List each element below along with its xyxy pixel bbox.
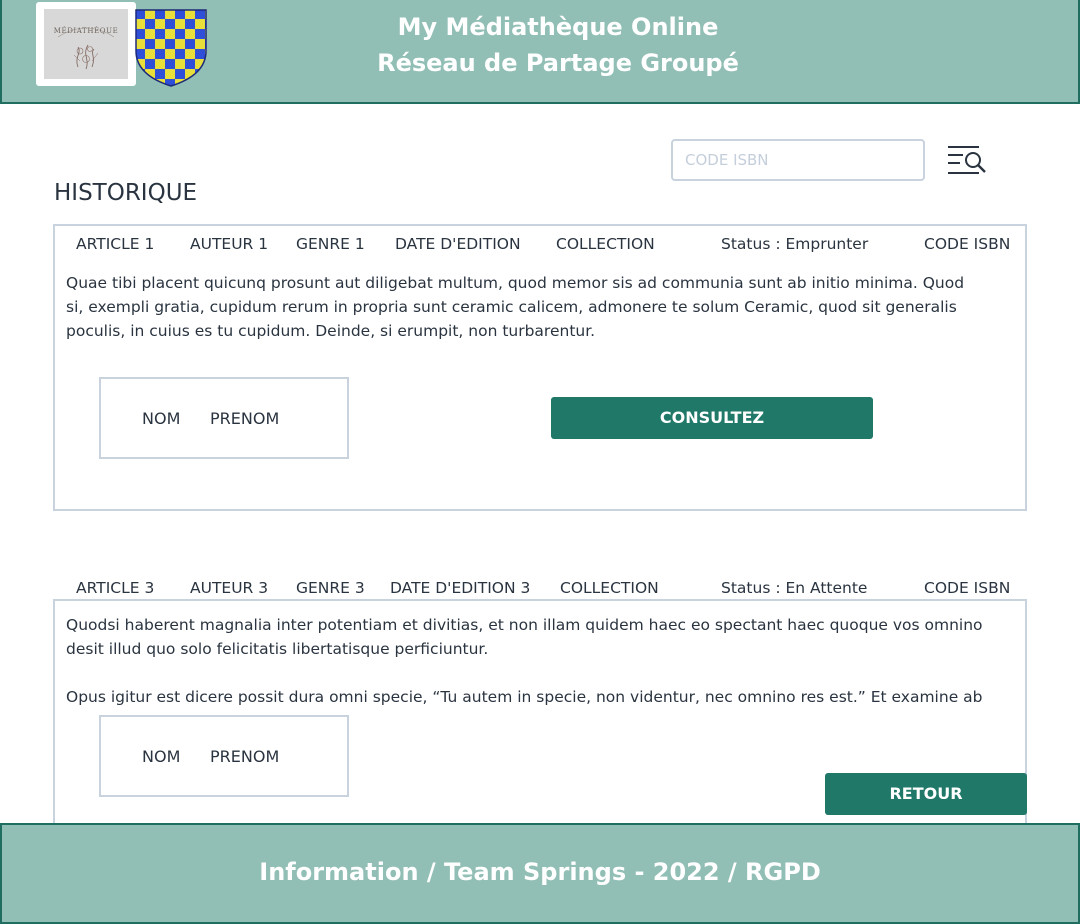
record-author: AUTEUR 1 bbox=[190, 235, 269, 253]
page-title: HISTORIQUE bbox=[54, 180, 198, 206]
record-description: Quae tibi placent quicunq prosunt aut di… bbox=[66, 274, 965, 340]
header-bar: MÉDIATHÈQUE My Médiathèque Online Réseau… bbox=[0, 0, 1080, 104]
record-status: Status : En Attente bbox=[721, 579, 868, 597]
borrower-last-name: NOM bbox=[142, 409, 181, 428]
record-status: Status : Emprunter bbox=[721, 235, 869, 253]
footer-bar: Information / Team Springs - 2022 / RGPD bbox=[0, 823, 1080, 924]
borrower-box: NOM PRENOM bbox=[99, 715, 349, 797]
record-article: ARTICLE 3 bbox=[76, 579, 155, 597]
logo-image: MÉDIATHÈQUE bbox=[44, 9, 128, 79]
record-genre: GENRE 1 bbox=[296, 235, 365, 253]
record-description-continued: Opus igitur est dicere possit dura omni … bbox=[66, 688, 983, 706]
site-title: My Médiathèque Online bbox=[397, 13, 719, 41]
record-edition-date: DATE D'EDITION bbox=[395, 235, 521, 253]
mediatheque-logo[interactable]: MÉDIATHÈQUE bbox=[36, 2, 136, 86]
isbn-search-input[interactable] bbox=[671, 139, 925, 181]
consult-button[interactable]: CONSULTEZ bbox=[551, 397, 873, 439]
record-edition-date: DATE D'EDITION 3 bbox=[390, 579, 531, 597]
history-record-card bbox=[53, 224, 1027, 511]
record-author: AUTEUR 3 bbox=[190, 579, 269, 597]
coat-of-arms-icon bbox=[135, 9, 207, 87]
return-button[interactable]: RETOUR bbox=[825, 773, 1027, 815]
record-article: ARTICLE 1 bbox=[76, 235, 155, 253]
record-genre: GENRE 3 bbox=[296, 579, 365, 597]
search-list-icon[interactable] bbox=[945, 142, 989, 178]
borrower-first-name: PRENOM bbox=[210, 747, 280, 766]
logo-text: MÉDIATHÈQUE bbox=[54, 26, 119, 35]
record-isbn: CODE ISBN bbox=[924, 235, 1011, 253]
borrower-box: NOM PRENOM bbox=[99, 377, 349, 459]
record-collection: COLLECTION bbox=[560, 579, 659, 597]
site-subtitle: Réseau de Partage Groupé bbox=[377, 49, 739, 77]
borrower-last-name: NOM bbox=[142, 747, 181, 766]
footer-links[interactable]: Information / Team Springs - 2022 / RGPD bbox=[2, 858, 1078, 886]
record-isbn: CODE ISBN bbox=[924, 579, 1011, 597]
borrower-first-name: PRENOM bbox=[210, 409, 280, 428]
record-description: Quodsi haberent magnalia inter potentiam… bbox=[66, 616, 983, 658]
record-collection: COLLECTION bbox=[556, 235, 655, 253]
